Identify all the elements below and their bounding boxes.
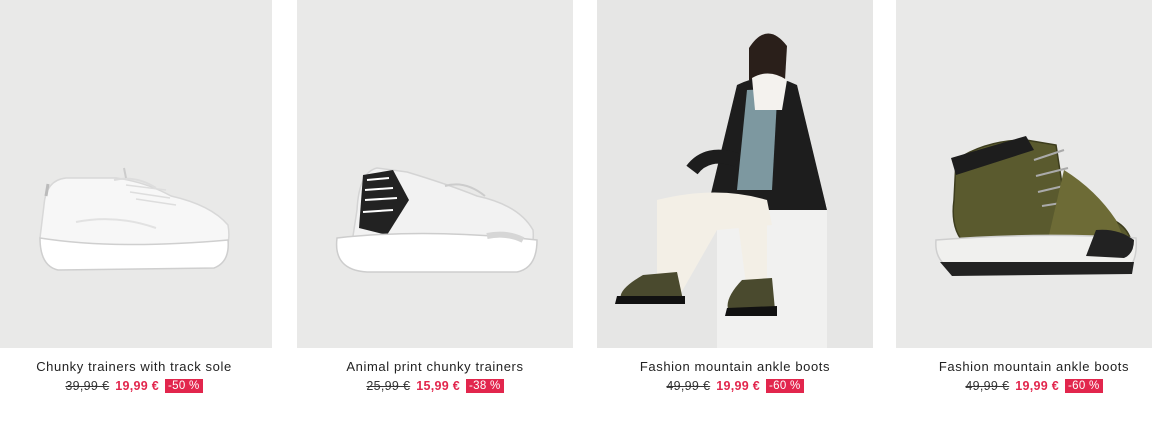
- product-card[interactable]: Chunky trainers with track sole 39,99 € …: [0, 0, 272, 427]
- price-row: 49,99 € 19,99 € -60 %: [896, 379, 1152, 393]
- product-image[interactable]: [0, 0, 272, 348]
- price-row: 39,99 € 19,99 € -50 %: [0, 379, 272, 393]
- sale-price: 19,99 €: [115, 379, 160, 393]
- old-price: 25,99 €: [366, 379, 411, 393]
- product-grid: Chunky trainers with track sole 39,99 € …: [0, 0, 1152, 427]
- white-trainer-illustration: [39, 167, 230, 271]
- khaki-boot-illustration: [935, 136, 1138, 276]
- product-title[interactable]: Fashion mountain ankle boots: [896, 359, 1152, 374]
- product-card[interactable]: Fashion mountain ankle boots 49,99 € 19,…: [597, 0, 873, 427]
- price-row: 25,99 € 15,99 € -38 %: [297, 379, 573, 393]
- product-card[interactable]: Animal print chunky trainers 25,99 € 15,…: [297, 0, 573, 427]
- product-image[interactable]: [896, 0, 1152, 348]
- sale-price: 19,99 €: [1015, 379, 1060, 393]
- old-price: 49,99 €: [965, 379, 1010, 393]
- sale-price: 19,99 €: [716, 379, 761, 393]
- product-image[interactable]: [297, 0, 573, 348]
- discount-badge: -60 %: [1065, 379, 1103, 393]
- discount-badge: -50 %: [165, 379, 203, 393]
- product-image[interactable]: [597, 0, 873, 348]
- price-row: 49,99 € 19,99 € -60 %: [597, 379, 873, 393]
- animal-print-trainer-illustration: [335, 167, 538, 273]
- sale-price: 15,99 €: [416, 379, 461, 393]
- product-title[interactable]: Chunky trainers with track sole: [0, 359, 272, 374]
- old-price: 49,99 €: [666, 379, 711, 393]
- model-photo-illustration: [597, 0, 873, 348]
- product-card[interactable]: Fashion mountain ankle boots 49,99 € 19,…: [896, 0, 1152, 427]
- discount-badge: -60 %: [766, 379, 804, 393]
- discount-badge: -38 %: [466, 379, 504, 393]
- product-title[interactable]: Animal print chunky trainers: [297, 359, 573, 374]
- product-title[interactable]: Fashion mountain ankle boots: [597, 359, 873, 374]
- old-price: 39,99 €: [65, 379, 110, 393]
